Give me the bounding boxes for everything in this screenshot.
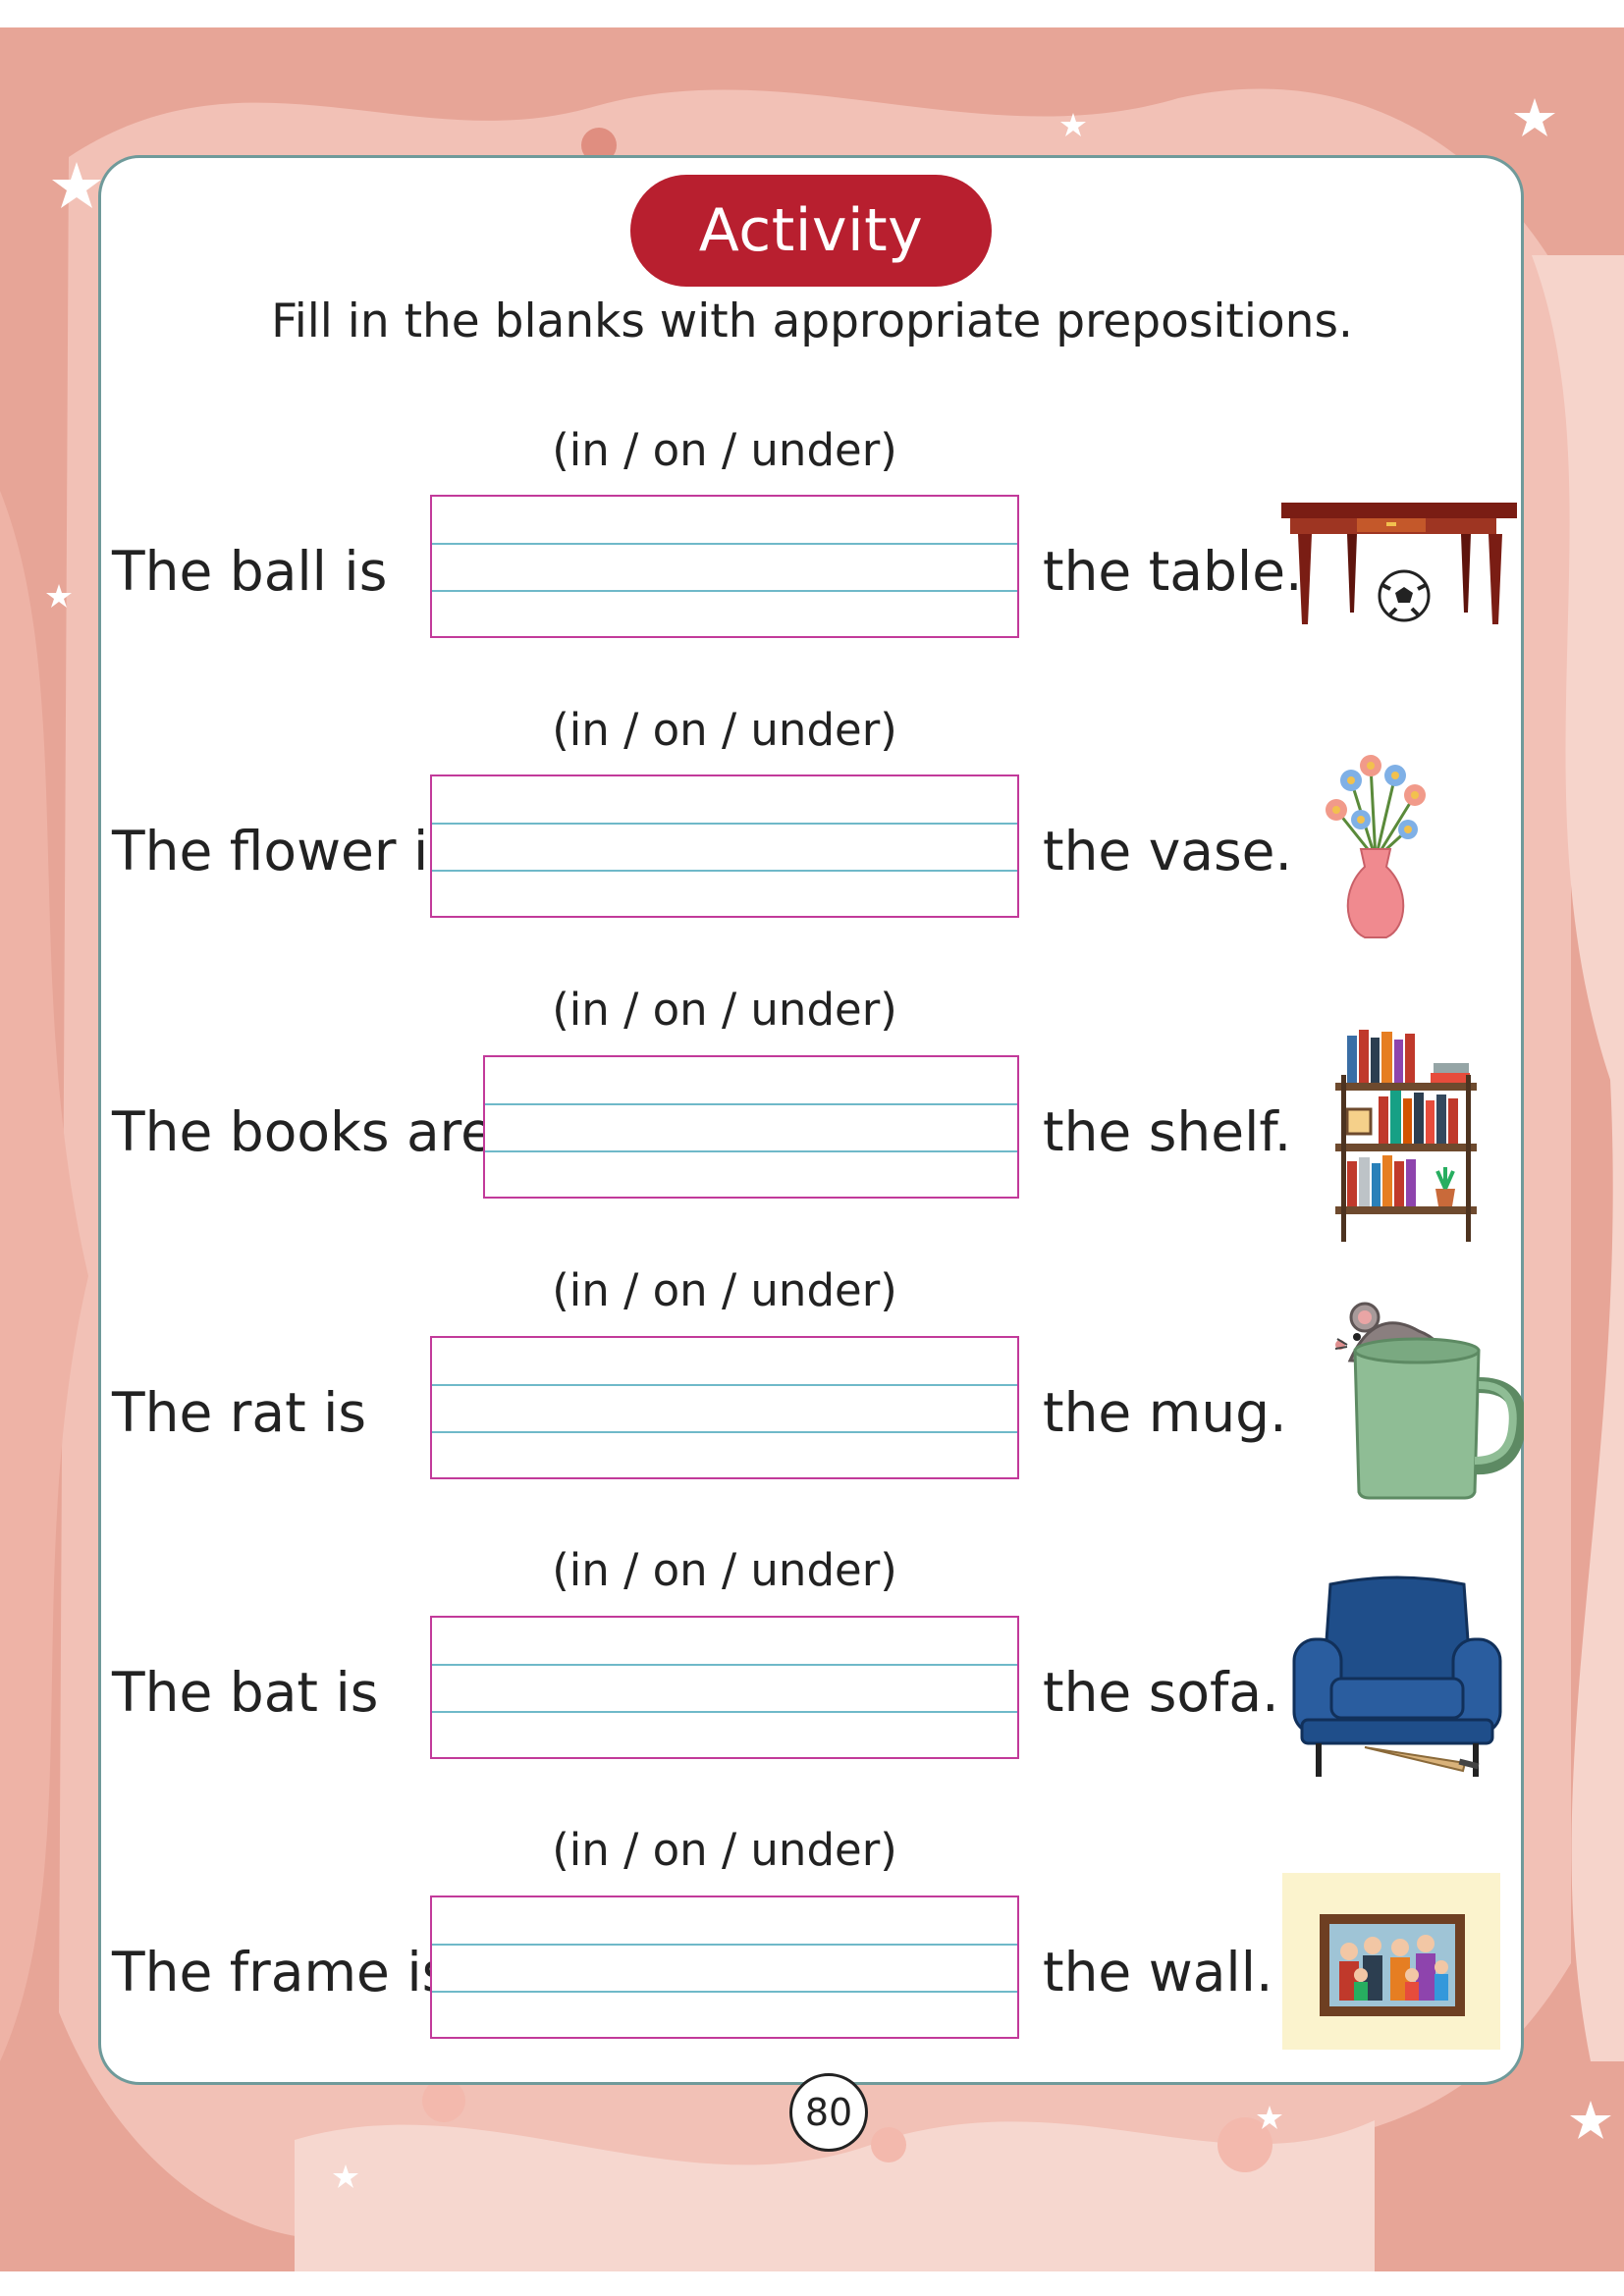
picture-frame-icon xyxy=(1282,1873,1500,2050)
answer-blank-4[interactable] xyxy=(430,1336,1019,1479)
sentence-end: the vase. xyxy=(1043,820,1292,882)
page-number: 80 xyxy=(789,2073,868,2152)
table-ball-icon xyxy=(1281,503,1517,624)
options-hint: (in / on / under) xyxy=(552,424,897,476)
rat-mug-icon xyxy=(1335,1302,1524,1500)
sentence-start: The books are xyxy=(112,1100,494,1163)
options-hint: (in / on / under) xyxy=(552,1264,897,1316)
bookshelf-icon xyxy=(1335,1030,1477,1242)
answer-blank-6[interactable] xyxy=(430,1896,1019,2039)
sentence-start: The flower is xyxy=(112,820,457,882)
sentence-start: The bat is xyxy=(112,1661,379,1724)
answer-blank-3[interactable] xyxy=(483,1055,1019,1199)
sentence-start: The ball is xyxy=(112,540,388,603)
sentence-end: the shelf. xyxy=(1043,1100,1292,1163)
instruction-text: Fill in the blanks with appropriate prep… xyxy=(271,294,1353,348)
sentence-end: the wall. xyxy=(1043,1941,1273,2003)
sentence-start: The frame is xyxy=(112,1941,451,2003)
sentence-start: The rat is xyxy=(112,1381,367,1444)
sentence-end: the table. xyxy=(1043,540,1303,603)
flower-vase-icon xyxy=(1326,755,1426,938)
options-hint: (in / on / under) xyxy=(552,1824,897,1876)
activity-title: Activity xyxy=(630,175,992,287)
answer-blank-5[interactable] xyxy=(430,1616,1019,1759)
options-hint: (in / on / under) xyxy=(552,704,897,756)
options-hint: (in / on / under) xyxy=(552,1544,897,1596)
options-hint: (in / on / under) xyxy=(552,984,897,1036)
answer-blank-1[interactable] xyxy=(430,495,1019,638)
sentence-end: the mug. xyxy=(1043,1381,1287,1444)
answer-blank-2[interactable] xyxy=(430,774,1019,918)
sofa-bat-icon xyxy=(1292,1575,1502,1777)
sentence-end: the sofa. xyxy=(1043,1661,1279,1724)
